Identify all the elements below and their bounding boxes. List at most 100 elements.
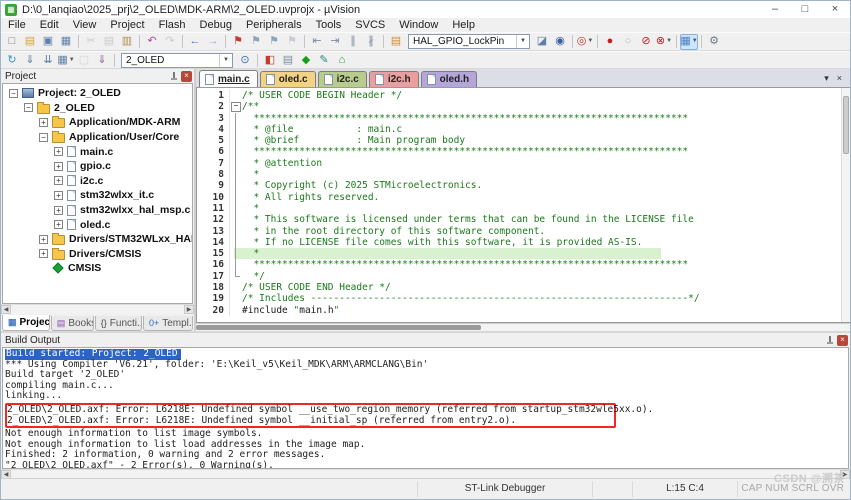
tree-item-main-c[interactable]: +main.c [3, 144, 192, 159]
project-horizontal-scrollbar[interactable]: ◀ ▶ [1, 304, 194, 314]
target-options-icon[interactable]: ⊙ [236, 52, 254, 68]
open-file-icon[interactable]: ▤ [21, 34, 39, 50]
bookmark-clear-all-icon[interactable]: ⚑ [283, 34, 301, 50]
editor-vertical-scrollbar[interactable] [841, 88, 850, 322]
chevron-down-icon[interactable]: ▼ [516, 35, 529, 48]
configure-icon[interactable]: ⚙ [705, 34, 723, 50]
pack-installer-icon[interactable]: ⌂ [333, 52, 351, 68]
incremental-find-icon[interactable]: ◎▼ [576, 34, 594, 50]
tree-expander-icon[interactable]: + [39, 249, 48, 258]
cut-icon[interactable]: ✂ [82, 34, 100, 50]
close-button[interactable]: × [820, 1, 850, 18]
find-icon[interactable]: ◉ [551, 34, 569, 50]
code-line[interactable]: 5 * @brief : Main program body [197, 135, 850, 146]
code-line[interactable]: 6 **************************************… [197, 146, 850, 157]
code-line[interactable]: 17 */ [197, 271, 850, 282]
kill-all-breakpoints-icon[interactable]: ⊗▼ [655, 34, 673, 50]
help-book-icon[interactable]: ▤ [387, 34, 405, 50]
tree-item-application-mdk-arm[interactable]: +Application/MDK-ARM [3, 115, 192, 130]
menu-file[interactable]: File [1, 18, 33, 32]
menu-project[interactable]: Project [103, 18, 151, 32]
find-text-combo[interactable]: HAL_GPIO_LockPin ▼ [408, 34, 530, 49]
build-log-line[interactable]: Build target '2_OLED' [5, 370, 848, 381]
panel-tab-books[interactable]: ▤Books [51, 316, 94, 331]
paste-icon[interactable]: ▥ [118, 34, 136, 50]
pin-icon[interactable] [826, 336, 834, 345]
uncomment-selection-icon[interactable]: ∦ [362, 34, 380, 50]
tree-expander-icon[interactable]: − [24, 103, 33, 112]
comment-selection-icon[interactable]: ∥ [344, 34, 362, 50]
tree-item-cmsis[interactable]: +CMSIS [3, 261, 192, 276]
bookmark-next-icon[interactable]: ⚑ [265, 34, 283, 50]
tree-expander-icon[interactable]: + [54, 176, 63, 185]
build-log-line[interactable]: linking... [5, 391, 848, 402]
tree-expander-icon[interactable]: + [54, 206, 63, 215]
code-line[interactable]: 15 * [197, 248, 850, 259]
tab-overflow-icon[interactable]: ▾ [824, 73, 829, 84]
close-icon[interactable]: × [181, 71, 192, 82]
translate-icon[interactable]: ↻ [3, 52, 21, 68]
code-line[interactable]: 10 * All rights reserved. [197, 192, 850, 203]
code-line[interactable]: 16 *************************************… [197, 259, 850, 270]
stop-build-icon[interactable]: ▢ [75, 52, 93, 68]
build-log-line[interactable]: *** Using Compiler 'V6.21', folder: 'E:\… [5, 360, 848, 371]
tree-expander-icon[interactable]: + [39, 235, 48, 244]
editor-tab-i2c-h[interactable]: i2c.h [369, 71, 419, 87]
code-line[interactable]: 11 * [197, 203, 850, 214]
editor-tab-oled-h[interactable]: oled.h [421, 71, 477, 87]
copy-icon[interactable]: ▤ [100, 34, 118, 50]
redo-icon[interactable]: ↷ [161, 34, 179, 50]
tree-item-drivers-stm32wlxx-hal-driver[interactable]: +Drivers/STM32WLxx_HAL_Driver [3, 232, 192, 247]
undo-icon[interactable]: ↶ [143, 34, 161, 50]
indent-icon[interactable]: ⇥ [326, 34, 344, 50]
build-error-line[interactable]: 2_OLED\2_OLED.axf: Error: L6218E: Undefi… [7, 405, 614, 416]
code-line[interactable]: 14 * If no LICENSE file comes with this … [197, 237, 850, 248]
close-icon[interactable]: × [837, 335, 848, 346]
tree-expander-icon[interactable]: − [39, 133, 48, 142]
tree-item-stm32wlxx-hal-msp-c[interactable]: +stm32wlxx_hal_msp.c [3, 203, 192, 218]
code-line[interactable]: 19/* Includes --------------------------… [197, 293, 850, 304]
tree-item-gpio-c[interactable]: +gpio.c [3, 159, 192, 174]
code-line[interactable]: 3 **************************************… [197, 113, 850, 124]
scroll-right-icon[interactable]: ▶ [184, 305, 194, 314]
tree-item-application-user-core[interactable]: −Application/User/Core [3, 130, 192, 145]
code-line[interactable]: 1/* USER CODE BEGIN Header */ [197, 90, 850, 101]
code-line[interactable]: 20#include "main.h" [197, 305, 850, 316]
code-line[interactable]: 2/** [197, 101, 850, 112]
code-line[interactable]: 13 * in the root directory of this softw… [197, 226, 850, 237]
editor-tab-main-c[interactable]: main.c [199, 70, 258, 87]
build-error-line[interactable]: 2_OLED\2_OLED.axf: Error: L6218E: Undefi… [7, 416, 614, 427]
tree-item-2-oled[interactable]: −2_OLED [3, 101, 192, 116]
menu-help[interactable]: Help [445, 18, 482, 32]
rebuild-all-icon[interactable]: ⇊ [39, 52, 57, 68]
menu-debug[interactable]: Debug [193, 18, 239, 32]
code-view[interactable]: 1/* USER CODE BEGIN Header */2/**3 *****… [196, 87, 850, 323]
batch-build-icon[interactable]: ▦▼ [57, 52, 75, 68]
menu-svcs[interactable]: SVCS [348, 18, 392, 32]
menu-edit[interactable]: Edit [33, 18, 66, 32]
bookmark-toggle-icon[interactable]: ⚑ [229, 34, 247, 50]
scroll-left-icon[interactable]: ◀ [1, 305, 11, 314]
save-icon[interactable]: ▣ [39, 34, 57, 50]
code-line[interactable]: 9 * Copyright (c) 2025 STMicroelectronic… [197, 180, 850, 191]
tree-expander-icon[interactable]: + [54, 147, 63, 156]
minimize-button[interactable]: – [760, 1, 790, 18]
find-in-files-icon[interactable]: ◪ [533, 34, 551, 50]
menu-peripherals[interactable]: Peripherals [239, 18, 309, 32]
build-output-log[interactable]: Build started: Project: 2_OLED*** Using … [2, 347, 849, 469]
target-select-combo[interactable]: 2_OLED ▼ [121, 53, 233, 68]
build-log-line[interactable]: "2_OLED\2_OLED.axf" - 2 Error(s), 0 Warn… [5, 461, 848, 469]
code-line[interactable]: 8 * [197, 169, 850, 180]
bookmark-previous-icon[interactable]: ⚑ [247, 34, 265, 50]
chevron-down-icon[interactable]: ▼ [219, 54, 232, 67]
save-all-icon[interactable]: ▦ [57, 34, 75, 50]
build-icon[interactable]: ⇓ [21, 52, 39, 68]
code-line[interactable]: 18/* USER CODE END Header */ [197, 282, 850, 293]
insert-breakpoint-icon[interactable]: ● [601, 34, 619, 50]
restore-button[interactable]: □ [790, 1, 820, 18]
build-log-line[interactable]: Build started: Project: 2_OLED [5, 349, 848, 360]
build-output-scrollbar[interactable]: ◀ ▶ [1, 469, 850, 478]
tree-expander-icon[interactable]: − [9, 89, 18, 98]
file-extensions-icon[interactable]: ▤ [279, 52, 297, 68]
new-file-icon[interactable]: □ [3, 34, 21, 50]
